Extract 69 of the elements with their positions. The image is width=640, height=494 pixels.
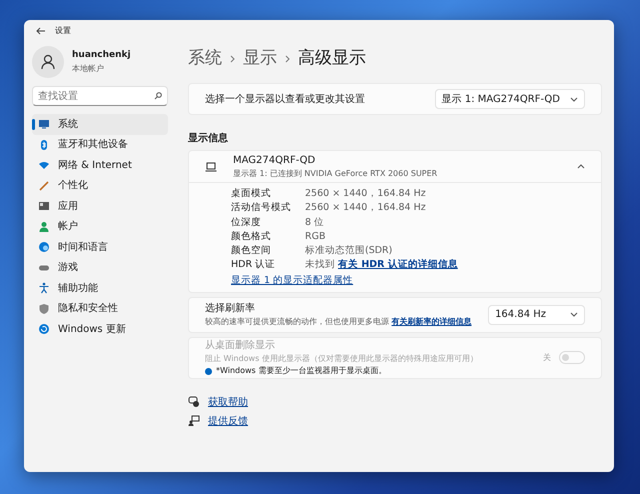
sidebar-item[interactable]: 游戏 — [32, 258, 168, 278]
sidebar-item[interactable]: 帐户 — [32, 216, 168, 237]
person-silhouette-icon — [40, 54, 56, 70]
setting-description: 较高的速率可提供更流畅的动作，但也使用更多电源 有关刷新率的详细信息 — [205, 316, 472, 328]
sidebar-item[interactable]: 辅助功能 — [32, 278, 168, 298]
selector-label: 选择一个显示器以查看或更改其设置 — [205, 92, 365, 106]
sidebar-item[interactable]: 应用 — [32, 196, 168, 216]
apps-icon — [38, 200, 50, 212]
info-label: 活动信号模式 — [231, 201, 292, 216]
info-value: 2560 × 1440，164.84 Hz — [305, 188, 426, 199]
wifi-icon — [38, 159, 50, 172]
display-name: MAG274QRF-QD — [233, 154, 316, 168]
sidebar-item[interactable]: 时间和语言 — [32, 237, 168, 258]
display-dropdown[interactable]: 显示 1: MAG274QRF-QD — [434, 89, 585, 109]
setting-title: 从桌面删除显示 — [205, 338, 276, 354]
sidebar-item[interactable]: Windows 更新 — [32, 319, 168, 340]
section-heading: 显示信息 — [188, 132, 229, 146]
search-field[interactable]: 查找设置 — [32, 86, 168, 106]
info-link[interactable]: 有关 HDR 认证的详细信息 — [338, 259, 458, 270]
sidebar-item[interactable]: 网络 & Internet — [32, 155, 168, 176]
update-icon — [38, 323, 50, 336]
chevron-down-icon — [570, 312, 578, 318]
setting-title: 选择刷新率 — [205, 302, 256, 316]
breadcrumb-link[interactable]: 系统 — [188, 50, 222, 67]
info-label: HDR 认证 — [231, 258, 305, 272]
info-value: RGB — [305, 230, 326, 242]
shield-icon — [38, 302, 50, 315]
page-title: 高级显示 — [298, 50, 366, 67]
info-label: 位深度 — [231, 216, 262, 230]
sidebar-item[interactable]: 隐私和安全性 — [32, 298, 168, 319]
info-label: 颜色格式 — [231, 230, 272, 244]
back-arrow-icon[interactable] — [36, 27, 45, 35]
help-chat-icon — [188, 396, 200, 408]
sidebar-item[interactable]: 个性化 — [32, 176, 168, 196]
note-text: *Windows 需要至少一台监视器用于显示桌面。 — [216, 365, 386, 378]
chevron-up-icon[interactable] — [577, 164, 585, 169]
accessibility-icon — [38, 282, 50, 294]
refresh-rate-dropdown[interactable]: 164.84 Hz — [488, 304, 585, 325]
sidebar-item[interactable]: 蓝牙和其他设备 — [32, 134, 168, 155]
user-name: huanchenkj — [72, 49, 131, 62]
display-subtitle: 显示器 1: 已连接到 NVIDIA GeForce RTX 2060 SUPER — [233, 168, 438, 180]
chevron-right-icon — [285, 54, 290, 62]
info-value: 未找到 — [305, 259, 335, 270]
chevron-right-icon — [230, 54, 235, 62]
monitor-icon — [38, 118, 50, 130]
window-title: 设置 — [55, 25, 71, 37]
help-link[interactable]: 获取帮助 — [208, 394, 248, 410]
bluetooth-icon — [38, 138, 50, 151]
info-label: 颜色空间 — [231, 244, 305, 258]
info-label: 桌面模式 — [231, 187, 272, 201]
search-icon — [154, 92, 162, 100]
info-link[interactable]: 有关刷新率的详细信息 — [392, 317, 472, 326]
feedback-icon — [188, 415, 200, 428]
toggle-state-label: 关 — [543, 352, 551, 364]
account-type: 本地帐户 — [72, 62, 105, 75]
display-card-header[interactable]: MAG274QRF-QD 显示器 1: 已连接到 NVIDIA GeForce RTX 2060 SUPER — [189, 151, 601, 183]
sidebar-item[interactable]: 系统 — [32, 114, 168, 134]
person-icon — [38, 220, 50, 233]
info-value: 2560 × 1440，164.84 Hz — [305, 202, 426, 214]
chevron-down-icon — [570, 96, 578, 102]
setting-description: 阻止 Windows 使用此显示器（仅对需要使用此显示器的特殊用途应用可用） — [205, 353, 478, 366]
breadcrumb-link[interactable]: 显示 — [243, 50, 277, 67]
adapter-properties-link[interactable]: 显示器 1 的显示适配器属性 — [231, 274, 354, 288]
help-link[interactable]: 提供反馈 — [208, 414, 248, 429]
brush-icon — [38, 180, 50, 192]
info-dot-icon — [205, 368, 212, 375]
laptop-icon — [205, 162, 217, 172]
info-value: 标准动态范围(SDR) — [305, 245, 392, 256]
info-value: 8 位 — [305, 216, 324, 228]
